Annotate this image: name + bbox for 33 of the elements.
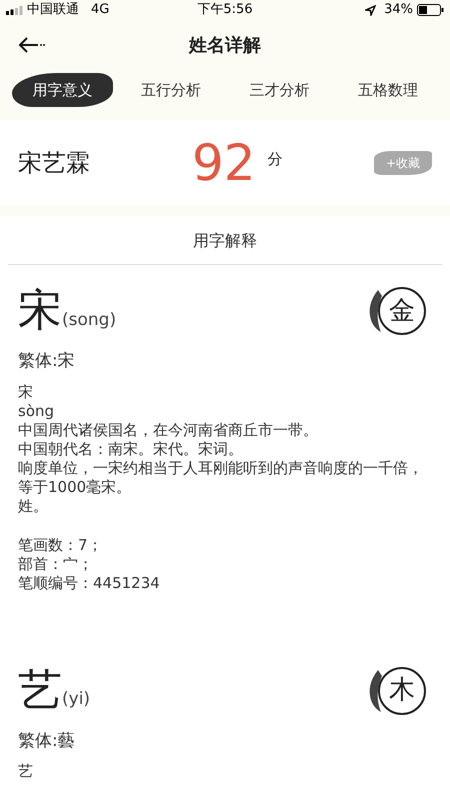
definition-text: 宋 bbox=[18, 382, 34, 402]
character: 艺 bbox=[18, 668, 62, 712]
definition-text: 中国朝代名：南宋。宋代。宋词。 bbox=[18, 440, 244, 458]
full-name: 宋艺霖 bbox=[18, 148, 91, 178]
battery-percent: 34% bbox=[384, 1, 413, 20]
location-icon bbox=[365, 4, 376, 16]
score-value: 92 bbox=[192, 138, 256, 188]
stat-text: 笔顺编号：4451234 bbox=[18, 574, 161, 592]
pinyin: (yi) bbox=[62, 688, 90, 711]
definition-text: 艺 bbox=[18, 762, 34, 781]
network-type: 4G bbox=[91, 1, 110, 20]
tab[interactable]: 用字意义 bbox=[12, 73, 112, 107]
tab[interactable]: 三才分析 bbox=[229, 73, 330, 107]
battery-icon bbox=[417, 4, 444, 16]
signal-icon bbox=[6, 6, 23, 14]
character: 宋 bbox=[18, 289, 62, 333]
definition-text: 中国周代诸侯国名，在今河南省商丘市一带。 bbox=[18, 420, 319, 440]
definition-text: 姓。 bbox=[18, 496, 49, 516]
tab[interactable]: 五行分析 bbox=[120, 73, 221, 107]
stat-text: 部首：宀； bbox=[18, 554, 94, 574]
score-unit: 分 bbox=[268, 149, 283, 170]
stat-text: 笔画数：7； bbox=[18, 536, 104, 554]
carrier-name: 中国联通 bbox=[27, 1, 79, 20]
pinyin: (song) bbox=[62, 308, 116, 332]
page-title: 姓名详解 bbox=[189, 34, 261, 58]
back-arrow-icon bbox=[18, 37, 46, 53]
definition-text: sòng bbox=[18, 402, 56, 420]
section-title: 用字解释 bbox=[193, 230, 257, 252]
clock-time: 下午5:56 bbox=[197, 1, 253, 20]
traditional-form: 繁体:宋 bbox=[18, 350, 76, 373]
tab[interactable]: 五格数理 bbox=[338, 73, 438, 107]
traditional-form: 繁体:藝 bbox=[18, 730, 76, 752]
definition-text: 响度单位，一宋约相当于人耳刚能听到的声音响度的一千倍，等于1000毫宋。 bbox=[18, 458, 424, 496]
